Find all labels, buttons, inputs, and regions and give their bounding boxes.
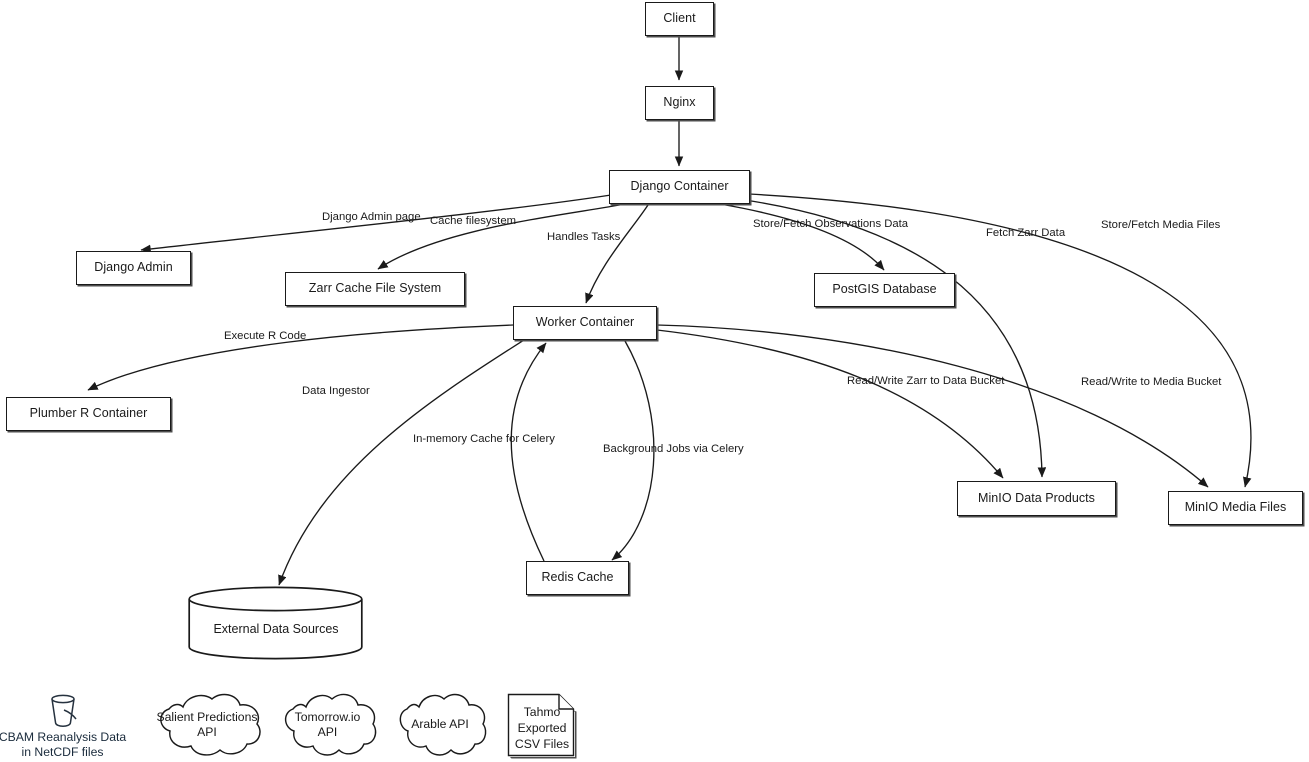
node-zarr-cache-file-system[interactable]: Zarr Cache File System <box>285 272 465 306</box>
node-django-container[interactable]: Django Container <box>609 170 750 204</box>
bucket-icon-caption: CBAM Reanalysis Data in NetCDF files <box>0 730 127 760</box>
node-redis-cache[interactable]: Redis Cache <box>526 561 629 595</box>
node-client[interactable]: Client <box>645 2 714 36</box>
node-tahmo-exported-csv-files-label: Tahmo Exported CSV Files <box>514 705 570 751</box>
node-salient-predictions-api[interactable]: Salient Predictions API <box>149 690 265 758</box>
node-redis-cache-label: Redis Cache <box>541 570 614 585</box>
node-worker-container-label: Worker Container <box>535 315 635 330</box>
node-plumber-r-container[interactable]: Plumber R Container <box>6 397 171 431</box>
edge-label-read-write-zarr-to-data-bucket: Read/Write Zarr to Data Bucket <box>847 375 1005 387</box>
node-nginx-label: Nginx <box>663 95 696 110</box>
edge-label-django-admin-page: Django Admin page <box>322 211 421 223</box>
bucket-icon-shape <box>51 694 77 727</box>
bucket-icon <box>42 690 84 732</box>
edge-label-handles-tasks: Handles Tasks <box>547 231 621 243</box>
node-arable-api[interactable]: Arable API <box>390 690 490 758</box>
edge-worker-externaldata <box>278 339 525 586</box>
node-tomorrowio-api-label: Tomorrow.io API <box>294 710 361 739</box>
edge-django-postgis <box>719 203 885 271</box>
edge-label-in-memory-cache-for-celery: In-memory Cache for Celery <box>413 433 555 445</box>
node-nginx[interactable]: Nginx <box>645 86 714 120</box>
edge-label-store-fetch-media-files: Store/Fetch Media Files <box>1101 219 1221 231</box>
edge-label-fetch-zarr-data: Fetch Zarr Data <box>986 227 1066 239</box>
node-tomorrowio-api[interactable]: Tomorrow.io API <box>275 690 380 758</box>
node-arable-api-label: Arable API <box>411 717 469 731</box>
edge-redis-worker <box>510 342 547 562</box>
node-zarr-cache-file-system-label: Zarr Cache File System <box>308 281 442 296</box>
node-minio-data-products-label: MinIO Data Products <box>978 490 1095 505</box>
edge-django-worker <box>585 204 649 304</box>
node-django-container-label: Django Container <box>630 179 729 194</box>
node-tahmo-exported-csv-files[interactable]: Tahmo Exported CSV Files <box>504 690 580 760</box>
node-external-data-sources[interactable]: External Data Sources <box>188 586 364 660</box>
node-plumber-r-container-label: Plumber R Container <box>29 406 148 421</box>
edge-django-miniodata <box>744 199 1047 478</box>
edge-label-execute-r-code: Execute R Code <box>224 330 307 342</box>
edge-label-store-fetch-observations-data: Store/Fetch Observations Data <box>753 218 909 230</box>
edge-label-background-jobs-via-celery: Background Jobs via Celery <box>603 443 744 455</box>
node-django-admin[interactable]: Django Admin <box>76 251 191 285</box>
node-worker-container[interactable]: Worker Container <box>513 306 657 340</box>
node-django-admin-label: Django Admin <box>94 260 173 275</box>
node-external-data-sources-label: External Data Sources <box>213 622 339 636</box>
node-minio-media-files[interactable]: MinIO Media Files <box>1168 491 1303 525</box>
edge-label-data-ingestor: Data Ingestor <box>302 385 370 397</box>
node-client-label: Client <box>663 11 696 26</box>
node-postgis-database[interactable]: PostGIS Database <box>814 273 955 307</box>
edge-label-read-write-to-media-bucket: Read/Write to Media Bucket <box>1081 376 1222 388</box>
edge-label-cache-filesystem: Cache filesystem <box>430 215 517 227</box>
node-salient-predictions-api-label: Salient Predictions API <box>156 710 258 739</box>
edge-worker-miniomedia <box>656 324 1209 488</box>
node-postgis-database-label: PostGIS Database <box>832 282 937 297</box>
architecture-diagram: Client Nginx Django Container Django Adm… <box>0 0 1309 762</box>
node-minio-media-files-label: MinIO Media Files <box>1184 500 1287 515</box>
node-minio-data-products[interactable]: MinIO Data Products <box>957 481 1116 516</box>
